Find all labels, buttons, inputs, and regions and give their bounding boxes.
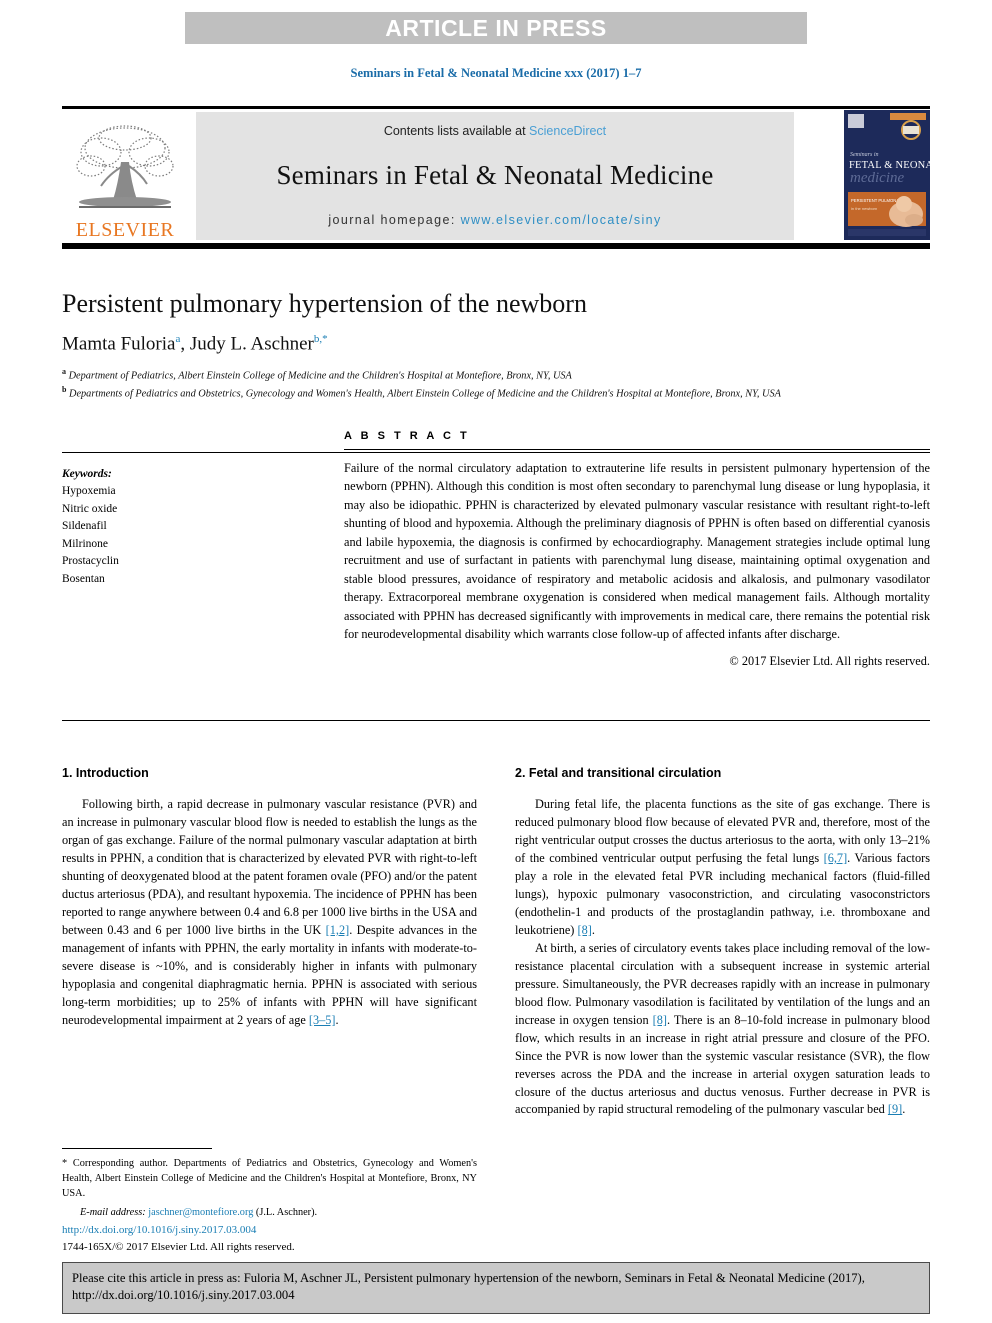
- abstract-bottom-rule: [62, 720, 930, 721]
- affiliation-a: a Department of Pediatrics, Albert Einst…: [62, 366, 930, 384]
- fetal-text-6: .: [902, 1102, 906, 1117]
- keyword-item: Bosentan: [62, 572, 105, 585]
- keyword-item: Sildenafil: [62, 520, 107, 533]
- abstract-text: Failure of the normal circulatory adapta…: [344, 461, 930, 641]
- journal-homepage-link[interactable]: www.elsevier.com/locate/siny: [461, 213, 662, 227]
- please-cite-box: Please cite this article in press as: Fu…: [62, 1262, 930, 1314]
- issn-copyright-line: 1744-165X/© 2017 Elsevier Ltd. All right…: [62, 1240, 295, 1253]
- citation-link-3-5[interactable]: [3–5]: [309, 1013, 336, 1027]
- page-title: Persistent pulmonary hypertension of the…: [62, 289, 587, 318]
- citation-link-1-2[interactable]: [1,2]: [326, 923, 350, 937]
- article-in-press-banner: ARTICLE IN PRESS: [185, 12, 807, 44]
- citation-link-8a[interactable]: [8]: [577, 923, 591, 937]
- corresponding-author-note: * Corresponding author. Departments of P…: [62, 1157, 477, 1202]
- keywords-heading: Keywords:: [62, 468, 112, 480]
- abstract-rule: [344, 449, 930, 450]
- email-link[interactable]: jaschner@montefiore.org: [148, 1207, 253, 1218]
- column-left: 1. Introduction Following birth, a rapid…: [62, 764, 477, 1030]
- journal-cover-art: Seminars in FETAL & NEONATAL medicine PE…: [844, 110, 930, 240]
- masthead-top-rule: [62, 106, 930, 109]
- elsevier-logo: ELSEVIER: [62, 112, 188, 240]
- author-list: Mamta Fuloriaa, Judy L. Aschnerb,*: [62, 333, 328, 355]
- homepage-prefix: journal homepage:: [328, 213, 461, 227]
- doi-block: http://dx.doi.org/10.1016/j.siny.2017.03…: [62, 1222, 477, 1255]
- author-name-2: Judy L. Aschner: [189, 333, 314, 355]
- journal-title: Seminars in Fetal & Neonatal Medicine: [276, 160, 714, 190]
- contents-prefix: Contents lists available at: [383, 124, 530, 138]
- column-right: 2. Fetal and transitional circulation Du…: [515, 764, 930, 1119]
- affiliation-b-text: Departments of Pediatrics and Obstetrics…: [69, 388, 781, 400]
- please-cite-text: Please cite this article in press as: Fu…: [72, 1271, 865, 1303]
- svg-text:Seminars in: Seminars in: [850, 152, 879, 158]
- affiliation-a-marker: a: [62, 366, 66, 376]
- svg-text:in the newborn: in the newborn: [851, 206, 877, 211]
- email-label: E-mail address:: [80, 1206, 146, 1218]
- author-name-1: Mamta Fuloria: [62, 333, 176, 355]
- sciencedirect-link[interactable]: ScienceDirect: [529, 124, 606, 138]
- keyword-item: Nitric oxide: [62, 502, 118, 515]
- fetal-text-3: .: [591, 922, 595, 937]
- keywords-block: Keywords: Hypoxemia Nitric oxide Sildena…: [62, 466, 292, 588]
- abstract-label: A B S T R A C T: [344, 430, 470, 442]
- citation-link-9[interactable]: [9]: [888, 1102, 902, 1116]
- article-in-press-label: ARTICLE IN PRESS: [385, 14, 607, 41]
- intro-text-3: .: [335, 1012, 339, 1027]
- fetal-text-5: . There is an 8–10-fold increase in pulm…: [515, 1012, 930, 1117]
- article-header: Persistent pulmonary hypertension of the…: [62, 288, 930, 402]
- citation-link-6-7[interactable]: [6,7]: [824, 851, 848, 865]
- keyword-item: Hypoxemia: [62, 485, 116, 498]
- email-note: E-mail address: jaschner@montefiore.org …: [62, 1206, 477, 1221]
- keyword-item: Prostacyclin: [62, 555, 119, 568]
- footnote-block: * Corresponding author. Departments of P…: [62, 1148, 477, 1221]
- affiliation-list: a Department of Pediatrics, Albert Einst…: [62, 366, 930, 403]
- masthead-bottom-rule: [62, 243, 930, 249]
- intro-text-2: . Despite advances in the management of …: [62, 922, 477, 1027]
- journal-masthead: ELSEVIER Contents lists available at Sci…: [62, 106, 930, 249]
- elsevier-wordmark: ELSEVIER: [75, 219, 175, 241]
- corresponding-author-marker[interactable]: *: [322, 333, 328, 345]
- citation-link-8b[interactable]: [8]: [653, 1013, 667, 1027]
- journal-cover-thumbnail: Seminars in FETAL & NEONATAL medicine PE…: [844, 110, 930, 240]
- footnote-rule: [62, 1148, 212, 1149]
- intro-paragraph: Following birth, a rapid decrease in pul…: [62, 796, 477, 1029]
- elsevier-tree-icon: [76, 125, 174, 208]
- section-heading-introduction: 1. Introduction: [62, 766, 149, 780]
- intro-text-1: Following birth, a rapid decrease in pul…: [62, 797, 477, 937]
- keyword-item: Milrinone: [62, 537, 108, 550]
- svg-text:medicine: medicine: [850, 170, 904, 186]
- section-heading-fetal-circulation: 2. Fetal and transitional circulation: [515, 766, 722, 780]
- running-citation: Seminars in Fetal & Neonatal Medicine xx…: [350, 66, 642, 80]
- doi-link[interactable]: http://dx.doi.org/10.1016/j.siny.2017.03…: [62, 1224, 256, 1236]
- affiliation-b: b Departments of Pediatrics and Obstetri…: [62, 384, 930, 402]
- journal-homepage-line: journal homepage: www.elsevier.com/locat…: [328, 213, 661, 227]
- affiliation-a-text: Department of Pediatrics, Albert Einstei…: [68, 369, 572, 381]
- masthead-center-panel: Contents lists available at ScienceDirec…: [196, 112, 794, 240]
- abstract-block: A B S T R A C T Failure of the normal ci…: [344, 430, 930, 669]
- abstract-copyright: © 2017 Elsevier Ltd. All rights reserved…: [729, 654, 930, 669]
- fetal-paragraph-1: During fetal life, the placenta function…: [515, 796, 930, 940]
- fetal-paragraph-2: At birth, a series of circulatory events…: [515, 940, 930, 1120]
- affiliation-b-marker: b: [62, 384, 67, 394]
- contents-list-line: Contents lists available at ScienceDirec…: [384, 124, 606, 138]
- corresponding-author-text: Corresponding author. Departments of Ped…: [62, 1158, 477, 1199]
- author-affiliation-marker-b[interactable]: b,: [314, 333, 322, 345]
- author-affiliation-marker-a[interactable]: a: [175, 333, 180, 345]
- email-owner: (J.L. Aschner).: [255, 1206, 318, 1218]
